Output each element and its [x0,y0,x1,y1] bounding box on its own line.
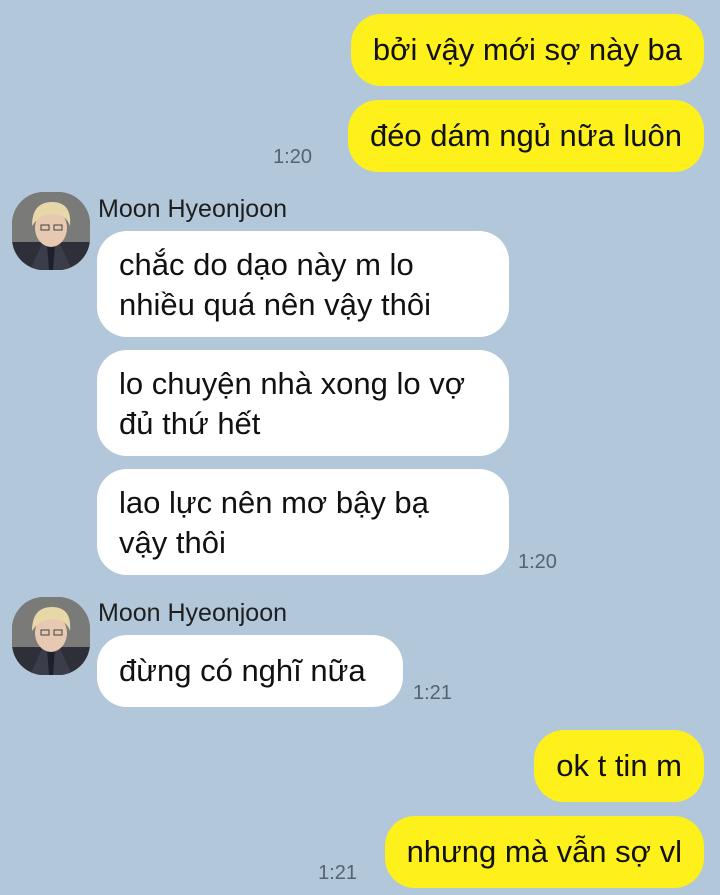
sender-name: Moon Hyeonjoon [98,195,288,223]
message-bubble-incoming[interactable]: đừng có nghĩ nữa [97,635,403,707]
message-text-line: vậy thôi [119,525,226,560]
message-text: bởi vậy mới sợ này ba [372,32,682,67]
message-bubble-outgoing[interactable]: bởi vậy mới sợ này ba [350,14,704,86]
message-bubble-outgoing[interactable]: nhưng mà vẫn sợ vl [384,816,704,888]
message-bubble-incoming[interactable]: lao lực nên mơ bậy bạ vậy thôi [97,469,509,575]
message-text-line: lo chuyện nhà xong lo vợ [119,366,466,401]
message-text-line: lao lực nên mơ bậy bạ [119,485,429,520]
message-bubble-incoming[interactable]: lo chuyện nhà xong lo vợ đủ thứ hết [97,350,509,456]
message-bubble-incoming[interactable]: chắc do dạo này m lo nhiều quá nên vậy t… [97,231,509,337]
message-text: nhưng mà vẫn sợ vl [406,834,682,869]
message-text: ok t tin m [556,748,682,783]
message-text-line: chắc do dạo này m lo [119,247,414,282]
contact-avatar[interactable] [12,597,90,675]
contact-avatar[interactable] [12,192,90,270]
sender-name: Moon Hyeonjoon [98,599,288,627]
message-timestamp: 1:20 [273,146,312,168]
message-text-line: đủ thứ hết [119,406,261,441]
message-text: đừng có nghĩ nữa [119,653,366,688]
message-bubble-outgoing[interactable]: đéo dám ngủ nữa luôn [347,100,704,172]
message-timestamp: 1:20 [518,551,557,573]
profile-avatar-icon [12,192,90,270]
message-text-line: nhiều quá nên vậy thôi [119,287,431,322]
message-text: đéo dám ngủ nữa luôn [369,118,682,153]
message-bubble-outgoing[interactable]: ok t tin m [534,730,704,802]
message-timestamp: 1:21 [413,682,452,704]
profile-avatar-icon [12,597,90,675]
message-timestamp: 1:21 [318,862,357,884]
